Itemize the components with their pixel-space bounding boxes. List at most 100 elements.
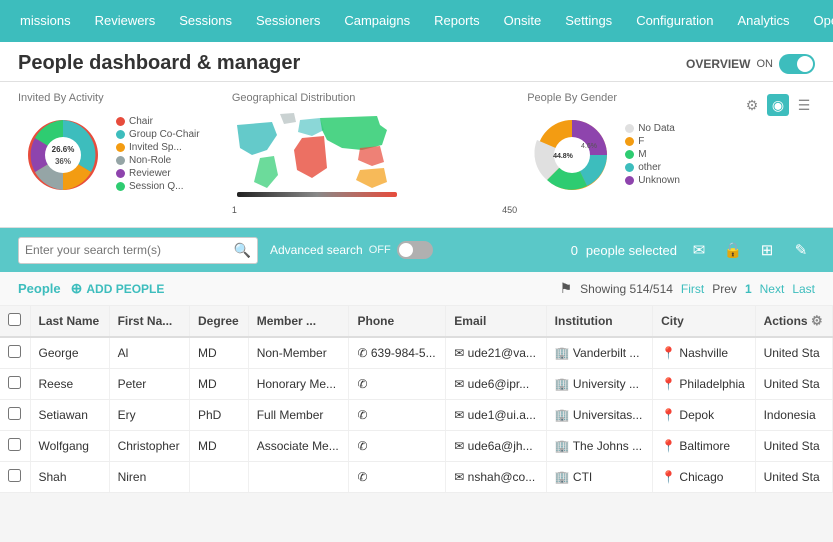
cell-email-1: ✉ ude6@ipr... [446,369,546,400]
nav-settings[interactable]: Settings [553,0,624,42]
chart-settings-icons: ⚙ ◉ ☰ [741,92,815,116]
cell-city-2: 📍 Depok [653,400,755,431]
overview-toggle-area: OVERVIEW ON [686,54,815,74]
cell-city-3: 📍 Baltimore [653,431,755,462]
charts-section: Invited By Activity 26.6% 36% Chair Grou… [0,82,833,228]
showing-label: Showing 514/514 [580,282,673,296]
cell-lastname-3: Wolfgang [30,431,109,462]
people-row: People ⊕ ADD PEOPLE ⚑ Showing 514/514 Fi… [0,272,833,306]
cell-member-1: Honorary Me... [248,369,349,400]
cell-email-4: ✉ nshah@co... [446,462,546,493]
people-by-gender-chart: 44.8% 4.6% [527,110,617,200]
toolbar-action-icons: ✉ 🔒 ⊞ ✎ [685,236,815,264]
map-scale-labels: 1 450 [232,205,517,215]
cell-city-1: 📍 Philadelphia [653,369,755,400]
cell-email-3: ✉ ude6a@jh... [446,431,546,462]
nav-campaigns[interactable]: Campaigns [332,0,422,42]
world-map: 1 450 [232,110,517,215]
search-icon[interactable]: 🔍 [234,242,251,259]
overview-toggle-switch[interactable] [779,54,815,74]
advanced-search-toggle[interactable] [397,241,433,259]
cell-phone-4: ✆ [349,462,446,493]
cell-institution-1: 🏢 University ... [546,369,652,400]
overview-state-label: ON [757,58,774,70]
cell-country-2: Indonesia [755,400,832,431]
col-email: Email [446,306,546,337]
cell-degree-0: MD [190,337,249,369]
nav-sessions[interactable]: Sessions [167,0,244,42]
row-checkbox-4[interactable] [8,469,21,482]
cell-phone-1: ✆ [349,369,446,400]
nav-operation[interactable]: Operation [802,0,833,42]
first-page-link[interactable]: First [681,282,704,296]
cell-country-3: United Sta [755,431,832,462]
cell-email-2: ✉ ude1@ui.a... [446,400,546,431]
email-icon[interactable]: ✉ [685,236,713,264]
cell-city-0: 📍 Nashville [653,337,755,369]
col-phone: Phone [349,306,446,337]
nav-reviewers[interactable]: Reviewers [83,0,168,42]
row-checkbox-0[interactable] [8,345,21,358]
nav-missions[interactable]: missions [8,0,83,42]
select-all-checkbox[interactable] [8,313,21,326]
cell-phone-3: ✆ [349,431,446,462]
nav-sessioners[interactable]: Sessioners [244,0,332,42]
table-body: George Al MD Non-Member ✆ 639-984-5... ✉… [0,337,833,493]
cell-institution-4: 🏢 CTI [546,462,652,493]
plus-icon: ⊕ [71,280,83,297]
add-people-label: ADD PEOPLE [86,282,164,296]
svg-text:44.8%: 44.8% [553,153,574,160]
search-input[interactable] [25,243,234,257]
grid-icon[interactable]: ⊞ [753,236,781,264]
chart1-legend: Chair Group Co-Chair Invited Sp... Non-R… [116,116,200,194]
add-people-button[interactable]: ⊕ ADD PEOPLE [71,280,165,297]
svg-text:26.6%: 26.6% [52,145,75,154]
lock-icon[interactable]: 🔒 [719,236,747,264]
row-checkbox-3[interactable] [8,438,21,451]
page-title: People dashboard & manager [18,52,300,75]
cell-degree-3: MD [190,431,249,462]
nav-onsite[interactable]: Onsite [492,0,554,42]
nav-reports[interactable]: Reports [422,0,492,42]
top-navigation: missions Reviewers Sessions Sessioners C… [0,0,833,42]
invited-by-activity-panel: Invited By Activity 26.6% 36% Chair Grou… [18,92,222,200]
table-row: Reese Peter MD Honorary Me... ✆ ✉ ude6@i… [0,369,833,400]
col-member: Member ... [248,306,349,337]
edit-icon[interactable]: ✎ [787,236,815,264]
nav-configuration[interactable]: Configuration [624,0,725,42]
cell-firstname-0: Al [109,337,189,369]
cell-firstname-1: Peter [109,369,189,400]
cell-institution-3: 🏢 The Johns ... [546,431,652,462]
page-header: People dashboard & manager OVERVIEW ON [0,42,833,82]
next-page-link[interactable]: Next [760,282,785,296]
nav-analytics[interactable]: Analytics [726,0,802,42]
col-institution: Institution [546,306,652,337]
table-row: George Al MD Non-Member ✆ 639-984-5... ✉… [0,337,833,369]
row-checkbox-1[interactable] [8,376,21,389]
cell-member-4 [248,462,349,493]
chart1-title: Invited By Activity [18,92,222,104]
cell-country-1: United Sta [755,369,832,400]
cell-degree-2: PhD [190,400,249,431]
list-view-icon[interactable]: ☰ [793,94,815,116]
advanced-search-label: Advanced search [270,243,363,257]
cell-degree-4 [190,462,249,493]
cell-firstname-4: Niren [109,462,189,493]
cell-firstname-3: Christopher [109,431,189,462]
col-city: City [653,306,755,337]
cell-country-0: United Sta [755,337,832,369]
gear-icon[interactable]: ⚙ [741,94,763,116]
cell-lastname-2: Setiawan [30,400,109,431]
cell-firstname-2: Ery [109,400,189,431]
table-row: Wolfgang Christopher MD Associate Me... … [0,431,833,462]
row-checkbox-2[interactable] [8,407,21,420]
prev-page-link[interactable]: Prev [712,282,737,296]
table-header: Last Name First Na... Degree Member ... … [0,306,833,337]
cell-city-4: 📍 Chicago [653,462,755,493]
pie-view-icon[interactable]: ◉ [767,94,789,116]
people-by-gender-panel: People By Gender 44.8% 4.6% No Data F M … [527,92,731,200]
cell-phone-2: ✆ [349,400,446,431]
overview-label: OVERVIEW [686,57,750,71]
last-page-link[interactable]: Last [792,282,815,296]
people-label: People [18,281,61,296]
